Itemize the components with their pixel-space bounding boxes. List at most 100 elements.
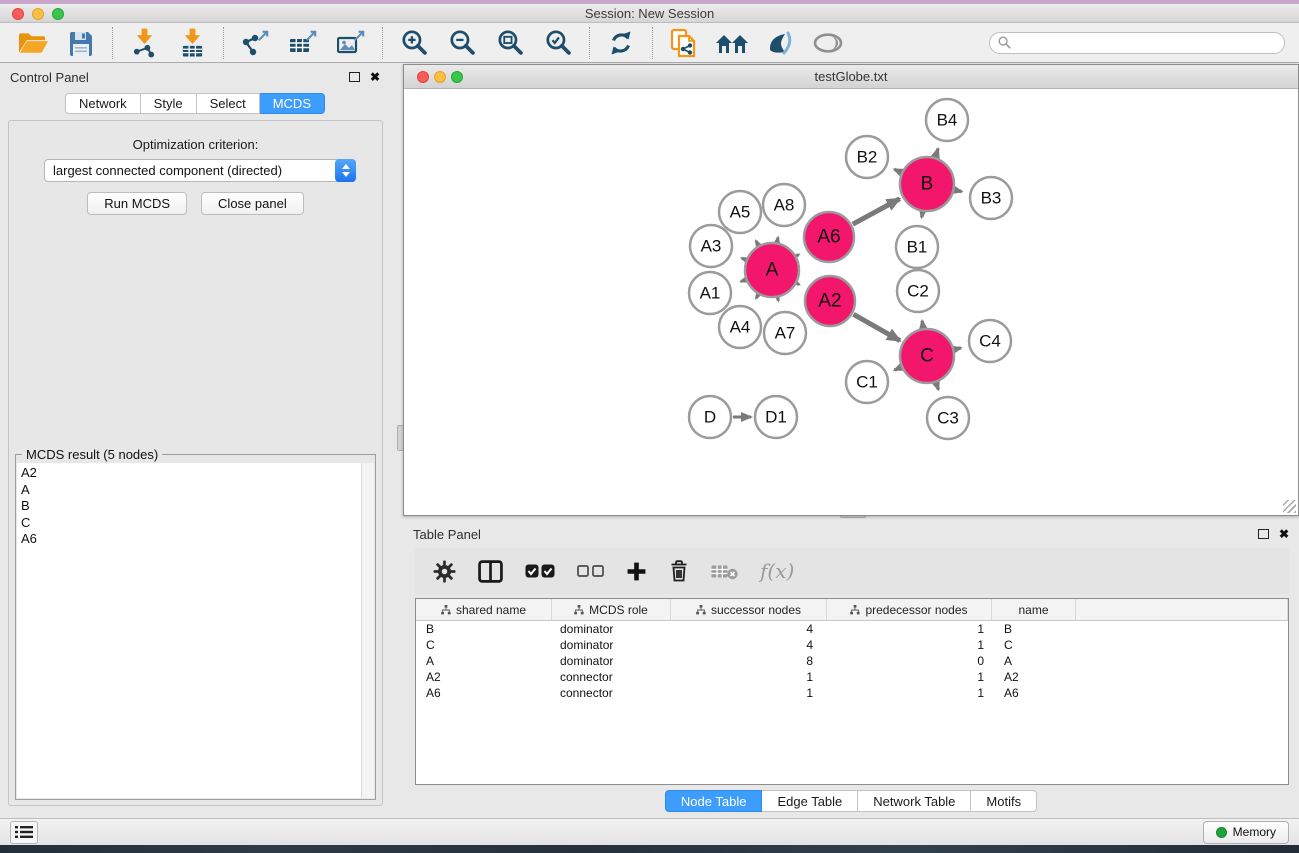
node-C2[interactable]: C2 — [897, 270, 939, 312]
column-header-successor-nodes[interactable]: successor nodes — [671, 599, 827, 620]
column-header-shared-name[interactable]: shared name — [416, 599, 552, 620]
zoom-out-icon[interactable] — [445, 26, 479, 60]
deselect-all-checkboxes-icon[interactable] — [577, 565, 604, 577]
result-item[interactable]: C — [17, 515, 361, 532]
import-table-icon[interactable] — [175, 26, 209, 60]
export-image-icon[interactable]: ↗ — [334, 26, 368, 60]
float-table-panel-icon[interactable] — [1258, 529, 1269, 539]
edge-B-B2[interactable] — [894, 169, 900, 172]
edge-A-A3[interactable] — [742, 258, 745, 259]
edge-C-C3[interactable] — [936, 383, 938, 389]
node-A7[interactable]: A7 — [764, 312, 806, 354]
export-network-icon[interactable]: ↗ — [238, 26, 272, 60]
function-builder-icon[interactable]: f(x) — [760, 559, 794, 583]
edge-A-A1[interactable] — [741, 280, 745, 281]
edge-A-A2[interactable] — [798, 284, 800, 285]
node-B3[interactable]: B3 — [970, 177, 1012, 219]
result-item[interactable]: A6 — [17, 531, 361, 548]
home-reset-view-icon[interactable] — [715, 26, 749, 60]
cell[interactable]: A6 — [416, 686, 552, 700]
save-session-icon[interactable] — [64, 26, 98, 60]
cell[interactable]: A2 — [992, 670, 1076, 684]
tab-style[interactable]: Style — [141, 93, 197, 114]
node-A8[interactable]: A8 — [763, 184, 805, 226]
run-mcds-button[interactable]: Run MCDS — [87, 192, 187, 215]
column-header-name[interactable]: name — [992, 599, 1076, 620]
edge-A-A8[interactable] — [777, 237, 778, 241]
delete-column-icon[interactable] — [669, 559, 689, 583]
result-item[interactable]: A2 — [17, 465, 361, 482]
float-panel-icon[interactable] — [349, 72, 360, 82]
cell[interactable]: C — [416, 638, 552, 652]
edge-C-C4[interactable] — [955, 348, 961, 349]
zoom-in-icon[interactable] — [397, 26, 431, 60]
table-row[interactable]: A2connector11A2 — [416, 669, 1288, 685]
edge-A-A5[interactable] — [756, 241, 758, 245]
table-row[interactable]: Cdominator41C — [416, 637, 1288, 653]
hide-graphics-details-icon[interactable] — [763, 26, 797, 60]
cell[interactable]: 1 — [827, 622, 992, 636]
edge-A2-C[interactable] — [853, 314, 900, 340]
tab-motifs[interactable]: Motifs — [971, 790, 1037, 812]
node-B1[interactable]: B1 — [896, 226, 938, 268]
edge-C-C2[interactable] — [922, 321, 923, 328]
close-panel-icon[interactable]: ✖ — [370, 70, 380, 84]
table-row[interactable]: Adominator80A — [416, 653, 1288, 669]
zoom-window-button[interactable] — [52, 8, 64, 20]
cell[interactable]: C — [992, 638, 1076, 652]
cell[interactable]: 1 — [827, 638, 992, 652]
column-layout-icon[interactable] — [478, 560, 503, 583]
minimize-window-button[interactable] — [32, 8, 44, 20]
node-B2[interactable]: B2 — [846, 136, 888, 178]
add-column-icon[interactable] — [626, 561, 647, 582]
open-session-icon[interactable] — [16, 26, 50, 60]
node-table[interactable]: shared nameMCDS rolesuccessor nodesprede… — [415, 598, 1289, 785]
node-A6[interactable]: A6 — [804, 212, 854, 262]
memory-button[interactable]: Memory — [1203, 821, 1289, 844]
node-C3[interactable]: C3 — [927, 397, 969, 439]
import-network-icon[interactable] — [127, 26, 161, 60]
edge-A6-B[interactable] — [853, 199, 900, 224]
close-network-window-button[interactable] — [417, 71, 429, 83]
node-A[interactable]: A — [745, 243, 799, 297]
network-window-titlebar[interactable]: testGlobe.txt — [404, 65, 1298, 89]
node-A3[interactable]: A3 — [690, 225, 732, 267]
tab-select[interactable]: Select — [197, 93, 260, 114]
delete-table-icon[interactable] — [711, 563, 738, 580]
cell[interactable]: A6 — [992, 686, 1076, 700]
edge-B-B4[interactable] — [936, 149, 938, 157]
result-item[interactable]: B — [17, 498, 361, 515]
node-D1[interactable]: D1 — [755, 396, 797, 438]
edge-A-A6[interactable] — [797, 255, 799, 256]
node-D[interactable]: D — [689, 396, 731, 438]
result-scrollbar[interactable] — [361, 463, 374, 798]
column-header-mcds-role[interactable]: MCDS role — [552, 599, 671, 620]
cell[interactable]: B — [992, 622, 1076, 636]
export-table-icon[interactable]: ↗ — [286, 26, 320, 60]
select-all-checkboxes-icon[interactable] — [525, 564, 555, 578]
cell[interactable]: 0 — [827, 654, 992, 668]
result-item[interactable]: A — [17, 482, 361, 499]
cell[interactable]: dominator — [552, 654, 671, 668]
column-header-predecessor-nodes[interactable]: predecessor nodes — [827, 599, 992, 620]
node-C[interactable]: C — [900, 329, 954, 383]
node-B4[interactable]: B4 — [926, 99, 968, 141]
node-C1[interactable]: C1 — [846, 361, 888, 403]
refresh-layout-icon[interactable] — [604, 26, 638, 60]
edge-B-B3[interactable] — [955, 190, 961, 191]
zoom-selected-icon[interactable] — [541, 26, 575, 60]
search-input[interactable] — [989, 32, 1285, 54]
close-table-panel-icon[interactable]: ✖ — [1279, 527, 1289, 541]
close-window-button[interactable] — [12, 8, 24, 20]
tab-network[interactable]: Network — [65, 93, 141, 114]
tab-node-table[interactable]: Node Table — [665, 790, 763, 812]
tab-mcds[interactable]: MCDS — [260, 93, 325, 114]
cell[interactable]: 1 — [671, 686, 827, 700]
node-C4[interactable]: C4 — [969, 320, 1011, 362]
network-canvas[interactable]: AA6A2BCA5A8A3A1A4A7B2B4B3B1C2C4C1C3DD1 — [404, 89, 1298, 515]
cell[interactable]: 8 — [671, 654, 827, 668]
node-A2[interactable]: A2 — [805, 276, 855, 326]
cell[interactable]: 4 — [671, 638, 827, 652]
cell[interactable]: 1 — [671, 670, 827, 684]
cell[interactable]: A — [416, 654, 552, 668]
